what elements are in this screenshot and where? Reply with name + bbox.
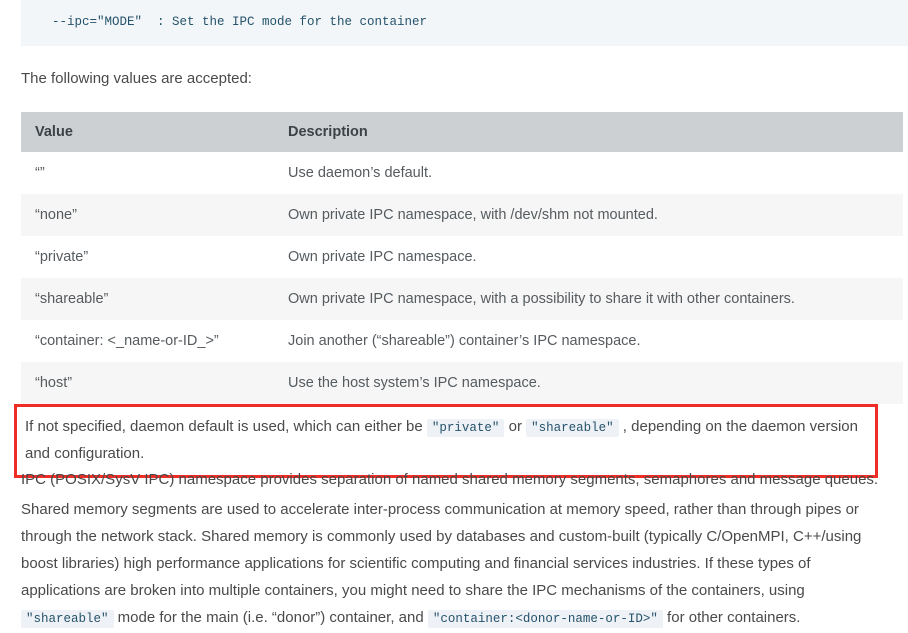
- column-header-value: Value: [21, 112, 274, 152]
- inline-code-shareable-mode: "shareable": [21, 610, 114, 628]
- shared-memory-paragraph: Shared memory segments are used to accel…: [21, 496, 893, 633]
- cell-description: Use the host system’s IPC namespace.: [288, 375, 541, 391]
- paragraph2-text-2: mode for the main (i.e. “donor”) contain…: [113, 609, 428, 626]
- ipc-values-table: Value Description “” Use daemon’s defaul…: [21, 112, 903, 404]
- paragraph2-text-3: for other containers.: [662, 609, 801, 626]
- cell-value: “none”: [35, 207, 77, 223]
- cell-description: Use daemon’s default.: [288, 165, 433, 181]
- table-row: “” Use daemon’s default.: [21, 152, 903, 194]
- table-header: Value Description: [21, 112, 903, 152]
- ipc-namespace-paragraph: IPC (POSIX/SysV IPC) namespace provides …: [21, 471, 879, 488]
- table-body: “” Use daemon’s default. “none” Own priv…: [21, 152, 903, 404]
- note-text-2: or: [504, 418, 527, 435]
- cell-description: Own private IPC namespace, with a possib…: [288, 291, 795, 307]
- cell-description: Join another (“shareable”) container’s I…: [288, 333, 641, 349]
- ipc-option-code-block: --ipc="MODE" : Set the IPC mode for the …: [21, 0, 908, 46]
- table-row: “shareable” Own private IPC namespace, w…: [21, 278, 903, 320]
- values-table-container: Value Description “” Use daemon’s defaul…: [21, 112, 903, 404]
- cell-value: “private”: [35, 249, 89, 265]
- paragraph2-text-1: Shared memory segments are used to accel…: [21, 501, 862, 599]
- documentation-page: --ipc="MODE" : Set the IPC mode for the …: [0, 0, 908, 629]
- cell-description: Own private IPC namespace.: [288, 249, 477, 265]
- cell-value: “host”: [35, 375, 73, 391]
- table-row: “host” Use the host system’s IPC namespa…: [21, 362, 903, 404]
- table-header-row: Value Description: [21, 112, 903, 152]
- cell-description: Own private IPC namespace, with /dev/shm…: [288, 207, 658, 223]
- table-row: “private” Own private IPC namespace.: [21, 236, 903, 278]
- note-paragraph: If not specified, daemon default is used…: [25, 414, 867, 467]
- note-text-1: If not specified, daemon default is used…: [25, 418, 427, 435]
- cell-value: “container: <_name-or-ID_>”: [35, 333, 219, 349]
- inline-code-shareable: "shareable": [526, 419, 619, 437]
- accepted-values-intro: The following values are accepted:: [21, 70, 252, 87]
- column-header-description: Description: [274, 112, 903, 152]
- code-block-text: --ipc="MODE" : Set the IPC mode for the …: [37, 15, 428, 29]
- table-row: “container: <_name-or-ID_>” Join another…: [21, 320, 903, 362]
- inline-code-private: "private": [426, 419, 505, 437]
- table-row: “none” Own private IPC namespace, with /…: [21, 194, 903, 236]
- cell-value: “shareable”: [35, 291, 109, 307]
- inline-code-container-donor: "container:<donor-name-or-ID>": [427, 610, 663, 628]
- cell-value: “”: [35, 165, 45, 181]
